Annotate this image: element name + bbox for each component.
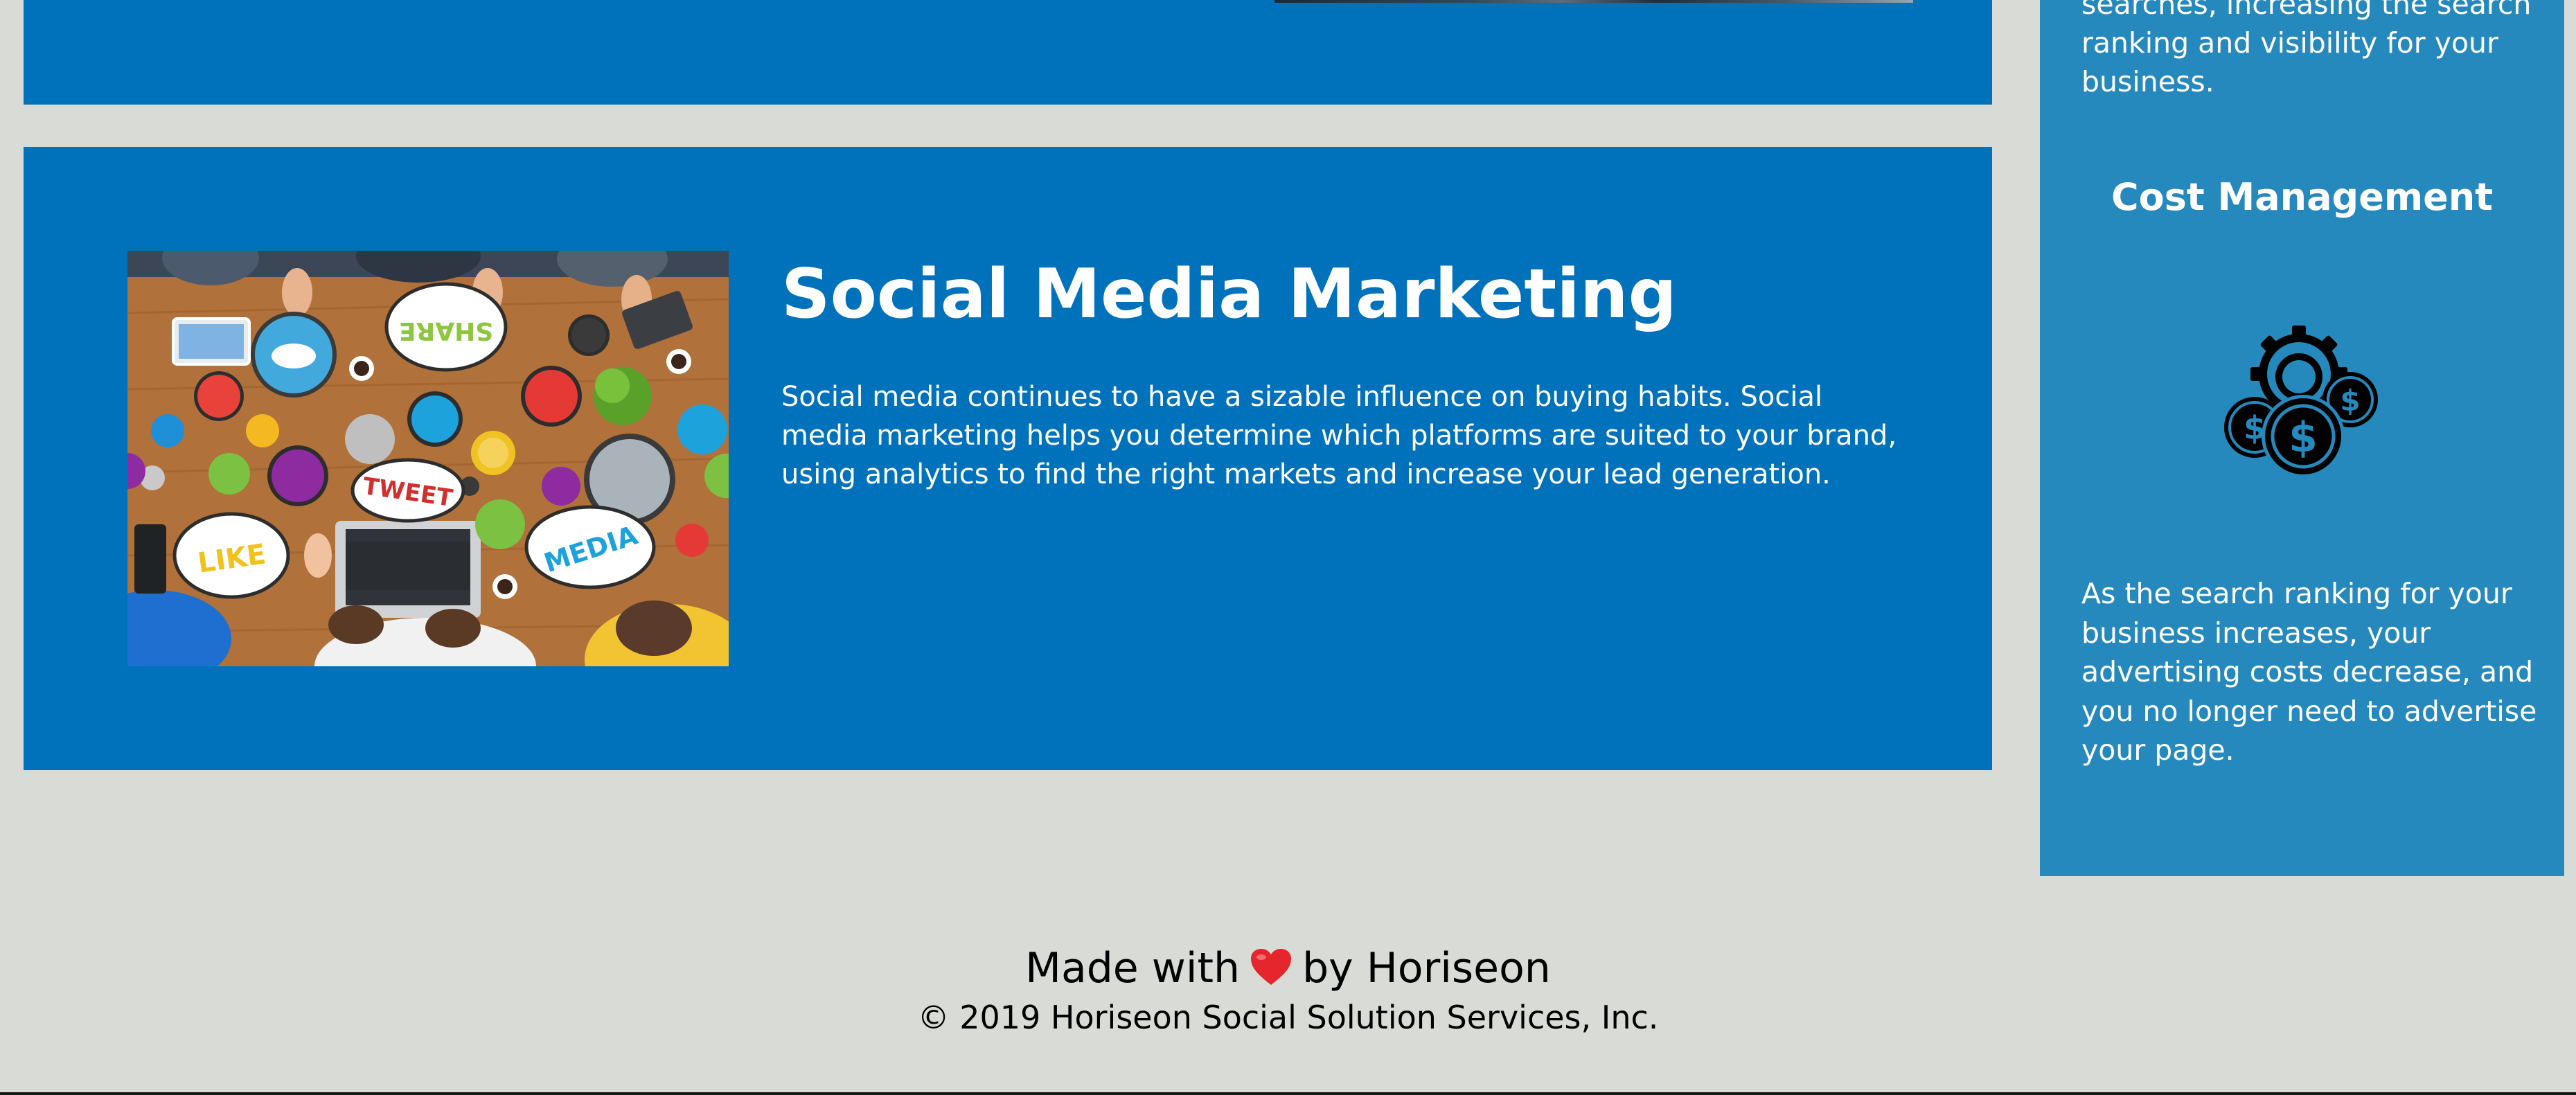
- footer: Made with by Horiseon © 2019 Horiseon Soc…: [0, 938, 2576, 1037]
- brand-recognition-text: searches, increasing the search ranking …: [2081, 0, 2532, 98]
- page: SHARE TWEET LIKE MEDIA Social Media Mark…: [0, 0, 2576, 1095]
- content-panel-previous: [24, 0, 1992, 105]
- social-media-marketing-image: SHARE TWEET LIKE MEDIA: [127, 251, 729, 666]
- image-label-share: SHARE: [399, 317, 493, 345]
- footer-made-with-suffix: by Horiseon: [1302, 944, 1551, 992]
- social-media-marketing-title: Social Media Marketing: [781, 255, 1677, 334]
- cost-management-icon: $ $ $: [2221, 320, 2388, 479]
- social-media-marketing-section: SHARE TWEET LIKE MEDIA Social Media Mark…: [24, 147, 1992, 770]
- previous-panel-image-edge: [1274, 0, 1913, 3]
- footer-made-with-prefix: Made with: [1025, 944, 1241, 992]
- bottom-border: [0, 1092, 2576, 1095]
- svg-text:$: $: [2289, 413, 2318, 462]
- benefits-column: searches, increasing the search ranking …: [2040, 0, 2564, 876]
- cost-management-text: As the search ranking for your business …: [2081, 577, 2537, 767]
- footer-copyright: © 2019 Horiseon Social Solution Services…: [917, 999, 1659, 1036]
- footer-made-with: Made with by Horiseon: [0, 938, 2576, 998]
- heart-icon: [1250, 943, 1293, 985]
- cost-management-heading: Cost Management: [2111, 175, 2493, 219]
- social-media-marketing-text: Social media continues to have a sizable…: [781, 381, 1897, 490]
- svg-text:$: $: [2340, 384, 2360, 418]
